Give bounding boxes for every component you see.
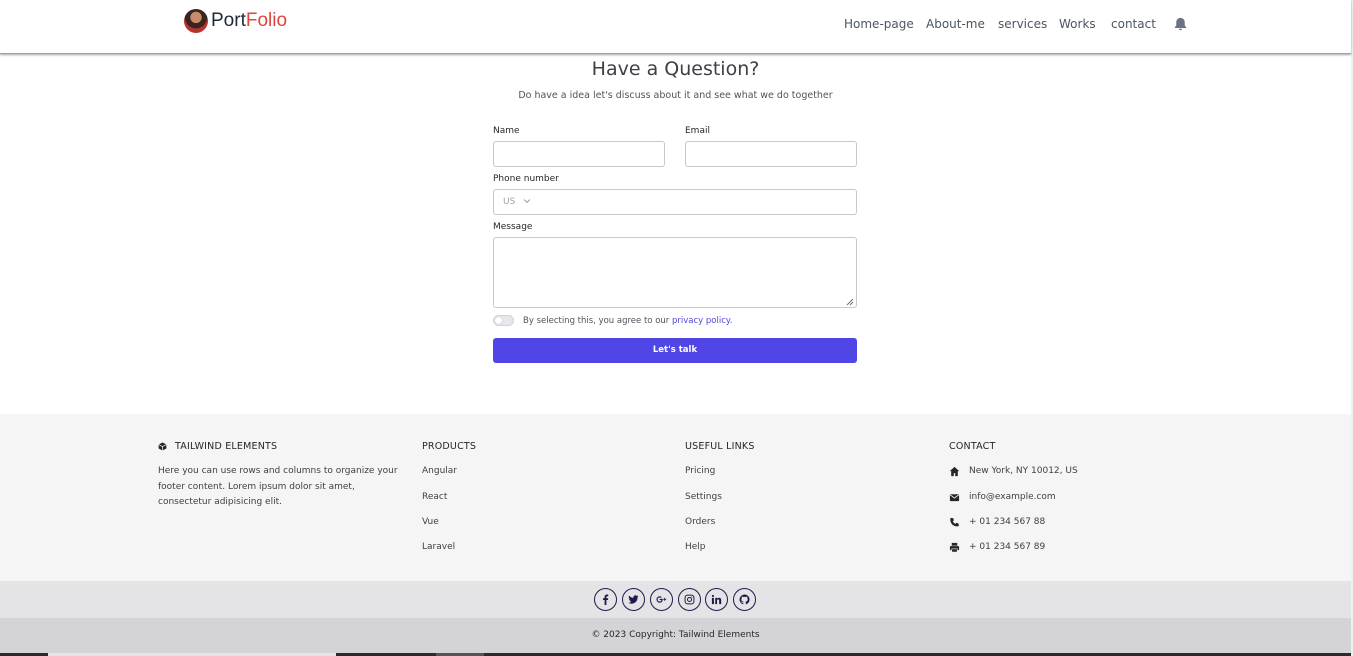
- home-icon: [949, 466, 960, 477]
- nav-contact[interactable]: contact: [1111, 17, 1156, 31]
- instagram-icon: [684, 594, 695, 605]
- twitter-button[interactable]: [622, 588, 645, 611]
- google-plus-icon: [656, 596, 667, 603]
- email-label: Email: [685, 126, 710, 136]
- github-button[interactable]: [733, 588, 756, 611]
- privacy-toggle[interactable]: [493, 315, 514, 326]
- contact-fax: + 01 234 567 89: [969, 542, 1046, 552]
- product-link-vue[interactable]: Vue: [422, 517, 439, 527]
- google-plus-button[interactable]: [650, 588, 673, 611]
- products-heading: PRODUCTS: [422, 441, 477, 452]
- chevron-down-icon[interactable]: [523, 197, 531, 205]
- contact-email[interactable]: info@example.com: [969, 492, 1056, 502]
- contact-phone: + 01 234 567 88: [969, 517, 1046, 527]
- resize-handle-icon[interactable]: [846, 298, 854, 306]
- facebook-icon: [603, 594, 609, 605]
- lets-talk-button[interactable]: Let's talk: [493, 338, 857, 363]
- github-icon: [739, 594, 750, 605]
- link-help[interactable]: Help: [685, 542, 706, 552]
- social-bar: [0, 581, 1351, 618]
- phone-label: Phone number: [493, 174, 559, 184]
- name-input[interactable]: [493, 141, 665, 167]
- contact-address: New York, NY 10012, US: [969, 466, 1078, 476]
- main-nav: Home-page About-me services Works contac…: [0, 17, 1351, 37]
- link-pricing[interactable]: Pricing: [685, 466, 715, 476]
- bell-icon[interactable]: [1173, 16, 1188, 32]
- cube-icon: [158, 442, 167, 451]
- form-subtitle: Do have a idea let's discuss about it an…: [518, 90, 833, 101]
- instagram-button[interactable]: [678, 588, 701, 611]
- printer-icon: [949, 542, 960, 553]
- facebook-button[interactable]: [594, 588, 617, 611]
- nav-services[interactable]: services: [998, 17, 1047, 31]
- name-label: Name: [493, 126, 520, 136]
- link-orders[interactable]: Orders: [685, 517, 715, 527]
- product-link-react[interactable]: React: [422, 492, 447, 502]
- navbar: Port Folio Home-page About-me services Wo…: [0, 0, 1351, 54]
- useful-links-heading: USEFUL LINKS: [685, 441, 755, 452]
- nav-works[interactable]: Works: [1059, 17, 1096, 31]
- phone-icon: [950, 517, 959, 527]
- message-label: Message: [493, 222, 533, 232]
- twitter-icon: [628, 595, 639, 604]
- footer-brand: TAILWIND ELEMENTS: [175, 441, 278, 452]
- linkedin-button[interactable]: [705, 588, 728, 611]
- country-select[interactable]: US: [503, 197, 515, 207]
- contact-heading: CONTACT: [949, 441, 996, 452]
- email-input[interactable]: [685, 141, 857, 167]
- message-textarea[interactable]: [493, 237, 857, 308]
- phone-input[interactable]: [493, 189, 857, 215]
- footer-brand-text: Here you can use rows and columns to org…: [158, 466, 398, 507]
- agree-text: By selecting this, you agree to our priv…: [523, 316, 732, 326]
- envelope-icon: [949, 494, 960, 502]
- form-title: Have a Question?: [591, 58, 760, 80]
- agree-label: By selecting this, you agree to our: [523, 316, 670, 326]
- product-link-laravel[interactable]: Laravel: [422, 542, 455, 552]
- copyright-text: © 2023 Copyright: Tailwind Elements: [591, 630, 760, 640]
- product-link-angular[interactable]: Angular: [422, 466, 457, 476]
- linkedin-icon: [711, 594, 722, 605]
- link-settings[interactable]: Settings: [685, 492, 722, 502]
- nav-home[interactable]: Home-page: [844, 17, 914, 31]
- privacy-policy-link[interactable]: privacy policy.: [672, 316, 732, 326]
- nav-about[interactable]: About-me: [926, 17, 985, 31]
